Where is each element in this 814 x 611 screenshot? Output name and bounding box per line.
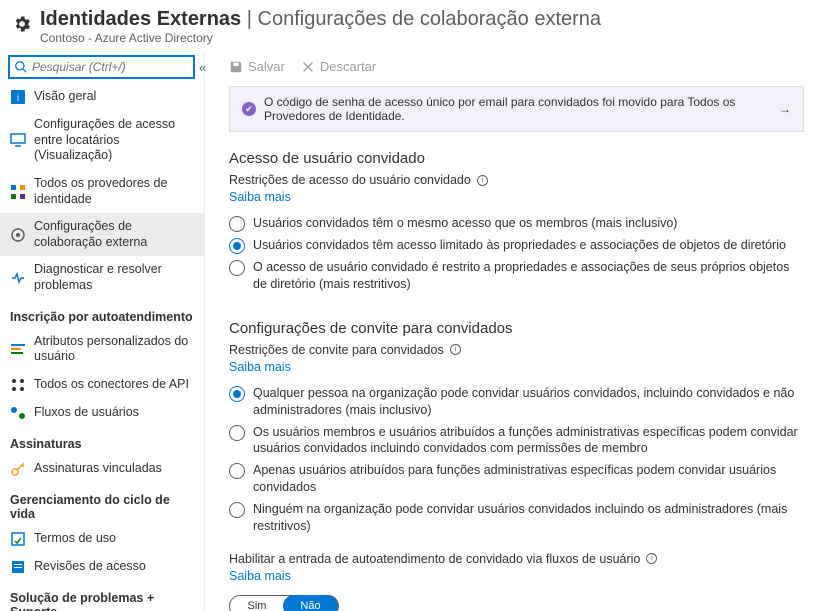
connectors-icon <box>10 377 26 393</box>
arrow-right-icon: → <box>779 102 791 116</box>
main-content: Salvar Descartar ✔ O código de senha de … <box>205 51 814 611</box>
save-icon <box>229 60 243 74</box>
learn-more-link-2[interactable]: Saiba mais <box>229 360 291 374</box>
save-button[interactable]: Salvar <box>229 59 285 74</box>
monitor-icon <box>10 132 26 148</box>
toolbar: Salvar Descartar <box>229 55 804 82</box>
search-input[interactable] <box>32 60 189 74</box>
radio-invite-0[interactable]: Qualquer pessoa na organização pode conv… <box>229 385 804 419</box>
toggle-yes: Sim <box>230 596 284 611</box>
check-circle-icon: ✔ <box>242 102 256 116</box>
radio-guest-access-2[interactable]: O acesso de usuário convidado é restrito… <box>229 259 804 293</box>
sidebar-item-overview[interactable]: i Visão geral <box>0 83 204 111</box>
gear-icon <box>12 14 32 34</box>
sidebar-item-diagnose[interactable]: Diagnosticar e resolver problemas <box>0 256 204 299</box>
diagnose-icon <box>10 270 26 286</box>
notice-text: O código de senha de acesso único por em… <box>264 95 771 123</box>
grid-icon <box>10 184 26 200</box>
user-flows-icon <box>10 405 26 421</box>
info-icon[interactable]: i <box>477 175 488 186</box>
sidebar-item-linked-subs[interactable]: Assinaturas vinculadas <box>0 455 204 483</box>
discard-button[interactable]: Descartar <box>301 59 376 74</box>
learn-more-link-1[interactable]: Saiba mais <box>229 190 291 204</box>
page-title-row: Identidades Externas | Configurações de … <box>40 8 601 31</box>
sidebar-header-lifecycle: Gerenciamento do ciclo de vida <box>0 483 204 525</box>
discard-icon <box>301 60 315 74</box>
sidebar-item-cross-tenant[interactable]: Configurações de acesso entre locatários… <box>0 111 204 170</box>
radio-invite-2[interactable]: Apenas usuários atribuídos para funções … <box>229 462 804 496</box>
sidebar-item-user-flows[interactable]: Fluxos de usuários <box>0 399 204 427</box>
sidebar-header-support: Solução de problemas + Suporte <box>0 581 204 611</box>
sidebar-header-selfservice: Inscrição por autoatendimento <box>0 300 204 328</box>
sidebar-item-external-collab[interactable]: Configurações de colaboração externa <box>0 213 204 256</box>
section-guest-access-sub: Restrições de acesso do usuário convidad… <box>229 173 804 187</box>
page-header: Identidades Externas | Configurações de … <box>0 0 814 51</box>
sidebar-item-identity-providers[interactable]: Todos os provedores de identidade <box>0 170 204 213</box>
info-notice[interactable]: ✔ O código de senha de acesso único por … <box>229 86 804 132</box>
radio-guest-access-0[interactable]: Usuários convidados têm o mesmo acesso q… <box>229 215 804 232</box>
sidebar-item-terms[interactable]: Termos de uso <box>0 525 204 553</box>
toggle-no: Não <box>283 595 338 611</box>
section-guest-access-title: Acesso de usuário convidado <box>229 150 804 167</box>
key-icon <box>10 461 26 477</box>
selfservice-toggle[interactable]: Sim Não <box>229 595 339 611</box>
page-title: Identidades Externas <box>40 8 241 30</box>
sidebar-item-access-reviews[interactable]: Revisões de acesso <box>0 553 204 581</box>
search-icon <box>14 60 28 74</box>
info-square-icon: i <box>10 89 26 105</box>
sidebar-header-subs: Assinaturas <box>0 427 204 455</box>
sidebar-item-api-connectors[interactable]: Todos os conectores de API <box>0 371 204 399</box>
sidebar-item-custom-attrs[interactable]: Atributos personalizados do usuário <box>0 328 204 371</box>
section-invite-sub: Restrições de convite para convidados i <box>229 343 804 357</box>
sidebar: « i Visão geral Configurações de acesso … <box>0 51 205 611</box>
search-input-wrap[interactable] <box>8 55 195 79</box>
info-icon[interactable]: i <box>646 553 657 564</box>
toggle-selfservice-label: Habilitar a entrada de autoatendimento d… <box>229 552 804 566</box>
reviews-icon <box>10 559 26 575</box>
radio-invite-1[interactable]: Os usuários membros e usuários atribuído… <box>229 424 804 458</box>
terms-icon <box>10 531 26 547</box>
attributes-icon <box>10 341 26 357</box>
radio-invite-3[interactable]: Ninguém na organização pode convidar usu… <box>229 501 804 535</box>
page-subtitle: Configurações de colaboração externa <box>258 8 602 30</box>
learn-more-link-3[interactable]: Saiba mais <box>229 569 291 583</box>
breadcrumb: Contoso - Azure Active Directory <box>40 31 601 45</box>
info-icon[interactable]: i <box>450 344 461 355</box>
gear-icon-small <box>10 227 26 243</box>
section-invite-title: Configurações de convite para convidados <box>229 320 804 337</box>
svg-text:i: i <box>17 93 19 104</box>
radio-guest-access-1[interactable]: Usuários convidados têm acesso limitado … <box>229 237 804 254</box>
